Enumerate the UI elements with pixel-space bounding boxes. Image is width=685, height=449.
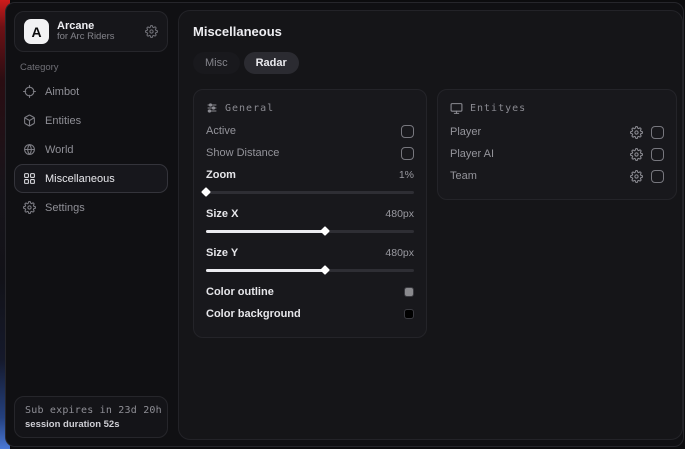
checkbox[interactable] (401, 147, 414, 160)
sidebar-item-world[interactable]: World (14, 135, 168, 164)
slider-thumb[interactable] (320, 265, 330, 275)
cards-container: General Active Show Distance Zoom 1% Siz… (193, 89, 677, 338)
app-subtitle: for Arc Riders (57, 32, 137, 43)
globe-icon (23, 143, 36, 156)
card-title: Entityes (470, 103, 526, 114)
row-label: Player (450, 126, 481, 138)
subscription-box: Sub expires in 23d 20h session duration … (14, 396, 168, 438)
monitor-icon (450, 102, 463, 115)
slider-thumb[interactable] (320, 226, 330, 236)
row-label: Size Y (206, 247, 238, 259)
row-label: Player AI (450, 148, 494, 160)
app-logo: A (24, 19, 49, 44)
checkbox[interactable] (651, 148, 664, 161)
grid-icon (23, 172, 36, 185)
slider-value: 480px (385, 208, 414, 220)
color-swatch[interactable] (404, 309, 414, 319)
slider-value: 1% (399, 169, 414, 181)
tab-bar: MiscRadar (193, 52, 677, 74)
app-window: A Arcane for Arc Riders Category Aimbot … (5, 2, 684, 447)
checkbox-row: Show Distance (206, 142, 414, 164)
card-title: General (225, 103, 274, 114)
slider-value: 480px (385, 247, 414, 259)
cube-icon (23, 114, 36, 127)
slider-track[interactable] (206, 191, 414, 194)
row-label: Zoom (206, 169, 236, 181)
row-label: Color outline (206, 286, 274, 298)
sidebar-nav: Aimbot Entities World Miscellaneous Sett… (6, 77, 176, 222)
gear-icon (23, 201, 36, 214)
slider-track[interactable] (206, 230, 414, 233)
category-label: Category (20, 62, 162, 73)
sidebar-item-miscellaneous[interactable]: Miscellaneous (14, 164, 168, 193)
sidebar-item-entities[interactable]: Entities (14, 106, 168, 135)
entity-row: Player AI (450, 143, 664, 165)
sidebar: A Arcane for Arc Riders Category Aimbot … (6, 3, 176, 446)
sliders-icon (206, 102, 218, 114)
entity-row: Team (450, 165, 664, 187)
color-row: Color background (206, 303, 414, 325)
main-panel: Miscellaneous MiscRadar General Active S… (178, 10, 683, 440)
entity-row: Player (450, 121, 664, 143)
slider-thumb[interactable] (201, 187, 211, 197)
checkbox[interactable] (651, 126, 664, 139)
tab-misc[interactable]: Misc (193, 52, 240, 74)
card-entityes: Entityes Player Player AI Team (437, 89, 677, 200)
card-general: General Active Show Distance Zoom 1% Siz… (193, 89, 427, 338)
row-label: Show Distance (206, 147, 279, 159)
session-duration-text: session duration 52s (25, 419, 157, 430)
crosshair-icon (23, 85, 36, 98)
sidebar-item-aimbot[interactable]: Aimbot (14, 77, 168, 106)
page-title: Miscellaneous (193, 24, 677, 39)
gear-icon[interactable] (630, 148, 643, 161)
gear-icon[interactable] (630, 170, 643, 183)
row-label: Size X (206, 208, 238, 220)
color-swatch[interactable] (404, 287, 414, 297)
slider-row: Zoom 1% (206, 164, 414, 197)
row-label: Color background (206, 308, 301, 320)
row-label: Active (206, 125, 236, 137)
sub-expiry-text: Sub expires in 23d 20h (25, 405, 157, 416)
slider-row: Size Y 480px (206, 242, 414, 275)
checkbox[interactable] (651, 170, 664, 183)
gear-icon[interactable] (630, 126, 643, 139)
gear-icon[interactable] (145, 25, 158, 38)
slider-track[interactable] (206, 269, 414, 272)
sidebar-item-settings[interactable]: Settings (14, 193, 168, 222)
slider-row: Size X 480px (206, 203, 414, 236)
brand-box: A Arcane for Arc Riders (14, 11, 168, 52)
row-label: Team (450, 170, 477, 182)
color-row: Color outline (206, 281, 414, 303)
checkbox-row: Active (206, 120, 414, 142)
checkbox[interactable] (401, 125, 414, 138)
tab-radar[interactable]: Radar (244, 52, 299, 74)
